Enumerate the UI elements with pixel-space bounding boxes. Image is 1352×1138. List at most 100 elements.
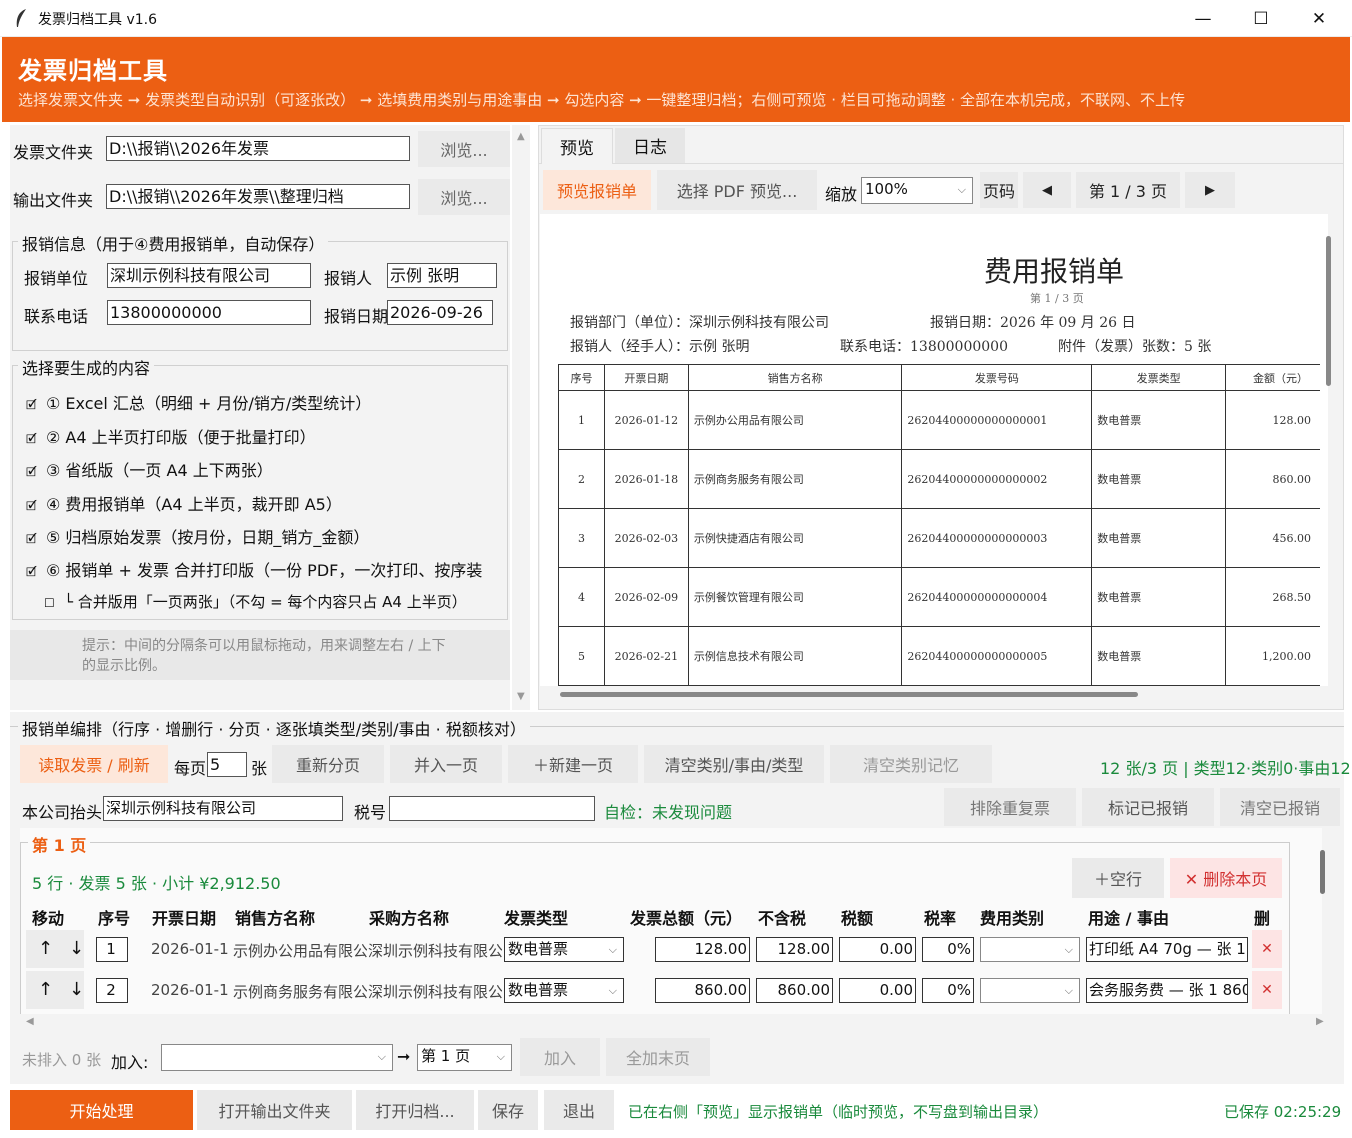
row-buyer: 深圳示例科技有限公 (368, 983, 502, 1001)
scroll-right-icon[interactable]: ▶ (1316, 1016, 1324, 1027)
next-page-button[interactable]: ▶ (1185, 172, 1235, 208)
checkbox-checked-icon[interactable]: 🗹 (26, 463, 40, 484)
add-all-last-button[interactable]: 全加末页 (606, 1038, 710, 1076)
exit-button[interactable]: 退出 (544, 1090, 614, 1130)
col-date: 开票日期 (152, 909, 217, 928)
read-invoice-button[interactable]: 读取发票 / 刷新 (20, 745, 168, 783)
chevron-down-icon: ⌵ (496, 1050, 505, 1063)
preview-hscroll[interactable] (560, 692, 1138, 697)
col-category: 费用类别 (980, 909, 1045, 928)
tab-log[interactable]: 日志 (615, 128, 685, 163)
join-button[interactable]: 加入 (520, 1038, 600, 1076)
col-seller: 销售方名称 (235, 909, 316, 928)
move-down-icon[interactable]: ↓ (69, 938, 84, 959)
prev-page-button[interactable]: ◀ (1023, 172, 1071, 208)
checkbox-checked-icon[interactable]: 🗹 (26, 497, 40, 518)
maximize-button[interactable]: ☐ (1232, 0, 1290, 37)
row-purpose-input[interactable]: 会务服务费 — 张 1 860 (1086, 978, 1248, 1003)
save-button[interactable]: 保存 (478, 1090, 538, 1130)
delete-row-icon[interactable]: ✕ (1252, 971, 1282, 1009)
option-merged-pdf[interactable]: 🗹 ⑥ 报销单 + 发票 合并打印版（一份 PDF，一次打印、按序装 (26, 557, 504, 584)
target-page-select[interactable]: 第 1 页 ⌵ (417, 1044, 512, 1071)
minimize-button[interactable]: — (1174, 0, 1232, 37)
row-total-input[interactable]: 860.00 (655, 978, 750, 1003)
scroll-left-icon[interactable]: ◀ (26, 1016, 34, 1027)
invoice-folder-input[interactable]: D:\\报销\\2026年发票 (106, 136, 410, 161)
mark-reimbursed-button[interactable]: 标记已报销 (1082, 788, 1214, 826)
move-up-icon[interactable]: ↑ (38, 979, 53, 1000)
row-rate-input[interactable]: 0% (922, 937, 974, 962)
preview-vscroll[interactable] (1326, 236, 1331, 386)
tax-input[interactable] (389, 796, 595, 821)
output-folder-input[interactable]: D:\\报销\\2026年发票\\整理归档 (106, 184, 410, 209)
select-pdf-button[interactable]: 选择 PDF 预览... (657, 170, 817, 210)
unit-input[interactable]: 深圳示例科技有限公司 (107, 263, 311, 288)
checkbox-checked-icon[interactable]: 🗹 (26, 530, 40, 551)
checkbox-checked-icon[interactable]: 🗹 (26, 563, 40, 584)
row-buyer: 深圳示例科技有限公 (368, 942, 502, 960)
option-paper-saver[interactable]: 🗹 ③ 省纸版（一页 A4 上下两张） (26, 457, 273, 484)
tab-preview[interactable]: 预览 (541, 128, 613, 164)
start-button[interactable]: 开始处理 (10, 1090, 193, 1130)
th-amount: 金额（元） (1225, 364, 1320, 391)
date-input[interactable]: 2026-09-26 (387, 300, 493, 325)
rows-vscroll[interactable] (1320, 850, 1325, 894)
row-rate-input[interactable]: 0% (922, 978, 974, 1003)
person-input[interactable]: 示例 张明 (387, 263, 497, 288)
left-scrollbar[interactable]: ▲ ▼ (512, 125, 530, 710)
row-type-select[interactable]: 数电普票 ⌵ (504, 978, 624, 1003)
option-a4-half[interactable]: 🗹 ② A4 上半页打印版（便于批量打印） (26, 424, 316, 451)
date-label: 报销日期 (324, 307, 389, 326)
row-purpose-input[interactable]: 打印纸 A4 70g — 张 1 (1086, 937, 1248, 962)
zoom-select[interactable]: 100% ⌵ (861, 177, 973, 204)
output-folder-label: 输出文件夹 (13, 191, 94, 210)
open-archive-button[interactable]: 打开归档... (356, 1090, 474, 1130)
col-purpose: 用途 / 事由 (1088, 909, 1169, 928)
exclude-dup-button[interactable]: 排除重复票 (944, 788, 1076, 826)
move-down-icon[interactable]: ↓ (69, 979, 84, 1000)
page-info: 第 1 / 3 页 (1076, 172, 1180, 208)
clear-reimbursed-button[interactable]: 清空已报销 (1220, 788, 1340, 826)
per-page-input[interactable]: 5 (207, 752, 247, 777)
clear-category-button[interactable]: 清空类别/事由/类型 (644, 745, 824, 783)
edit-panel: 报销单编排（行序 · 增删行 · 分页 · 逐张填类型/类别/事由 · 税额核对… (10, 712, 1351, 1084)
row-type-select[interactable]: 数电普票 ⌵ (504, 937, 624, 962)
sheet-page: 第 1 / 3 页 (1030, 292, 1084, 305)
option-reimb-form[interactable]: 🗹 ④ 费用报销单（A4 上半页，裁开即 A5） (26, 491, 342, 518)
page-summary: 5 行 · 发票 5 张 · 小计 ¥2,912.50 (32, 874, 281, 893)
row-category-select[interactable]: ⌵ (980, 978, 1080, 1003)
row-tax-input[interactable]: 0.00 (839, 978, 916, 1003)
row-net-input[interactable]: 128.00 (756, 937, 833, 962)
browse-output-button[interactable]: 浏览... (418, 179, 510, 215)
add-row-button[interactable]: ＋空行 (1072, 858, 1164, 898)
checkbox-checked-icon[interactable]: 🗹 (26, 396, 40, 417)
checkbox-unchecked-icon[interactable]: ☐ (44, 596, 58, 610)
row-category-select[interactable]: ⌵ (980, 937, 1080, 962)
new-page-button[interactable]: ＋新建一页 (508, 745, 638, 783)
option-excel[interactable]: 🗹 ① Excel 汇总（明细 + 月份/销方/类型统计） (26, 390, 371, 417)
join-select[interactable]: ⌵ (161, 1044, 393, 1071)
row-no-input[interactable]: 2 (96, 978, 128, 1003)
move-up-icon[interactable]: ↑ (38, 938, 53, 959)
delete-row-icon[interactable]: ✕ (1252, 930, 1282, 968)
row-seller: 示例商务服务有限公 (233, 983, 367, 1001)
phone-input[interactable]: 13800000000 (107, 300, 311, 325)
option-two-per-page[interactable]: ☐ └ 合并版用「一页两张」（不勾 = 每个内容只占 A4 上半页） (44, 591, 467, 612)
repage-button[interactable]: 重新分页 (272, 745, 384, 783)
row-tax-input[interactable]: 0.00 (839, 937, 916, 962)
row-total-input[interactable]: 128.00 (655, 937, 750, 962)
delete-page-button[interactable]: ✕ 删除本页 (1170, 858, 1282, 898)
close-button[interactable]: ✕ (1290, 0, 1348, 37)
open-output-button[interactable]: 打开输出文件夹 (197, 1090, 352, 1130)
merge-page-button[interactable]: 并入一页 (390, 745, 502, 783)
company-input[interactable]: 深圳示例科技有限公司 (103, 796, 343, 821)
browse-invoice-button[interactable]: 浏览... (418, 131, 510, 167)
option-archive[interactable]: 🗹 ⑤ 归档原始发票（按月份，日期_销方_金额） (26, 524, 369, 551)
row-net-input[interactable]: 860.00 (756, 978, 833, 1003)
sheet-row: 3 2026-02-03 示例快捷酒店有限公司 2620440000000000000… (558, 508, 1320, 568)
sheet-person: 报销人（经手人）：示例 张明 (570, 339, 750, 355)
row-no-input[interactable]: 1 (96, 937, 128, 962)
checkbox-checked-icon[interactable]: 🗹 (26, 430, 40, 451)
preview-reimb-button[interactable]: 预览报销单 (543, 170, 651, 210)
clear-memory-button[interactable]: 清空类别记忆 (830, 745, 992, 783)
